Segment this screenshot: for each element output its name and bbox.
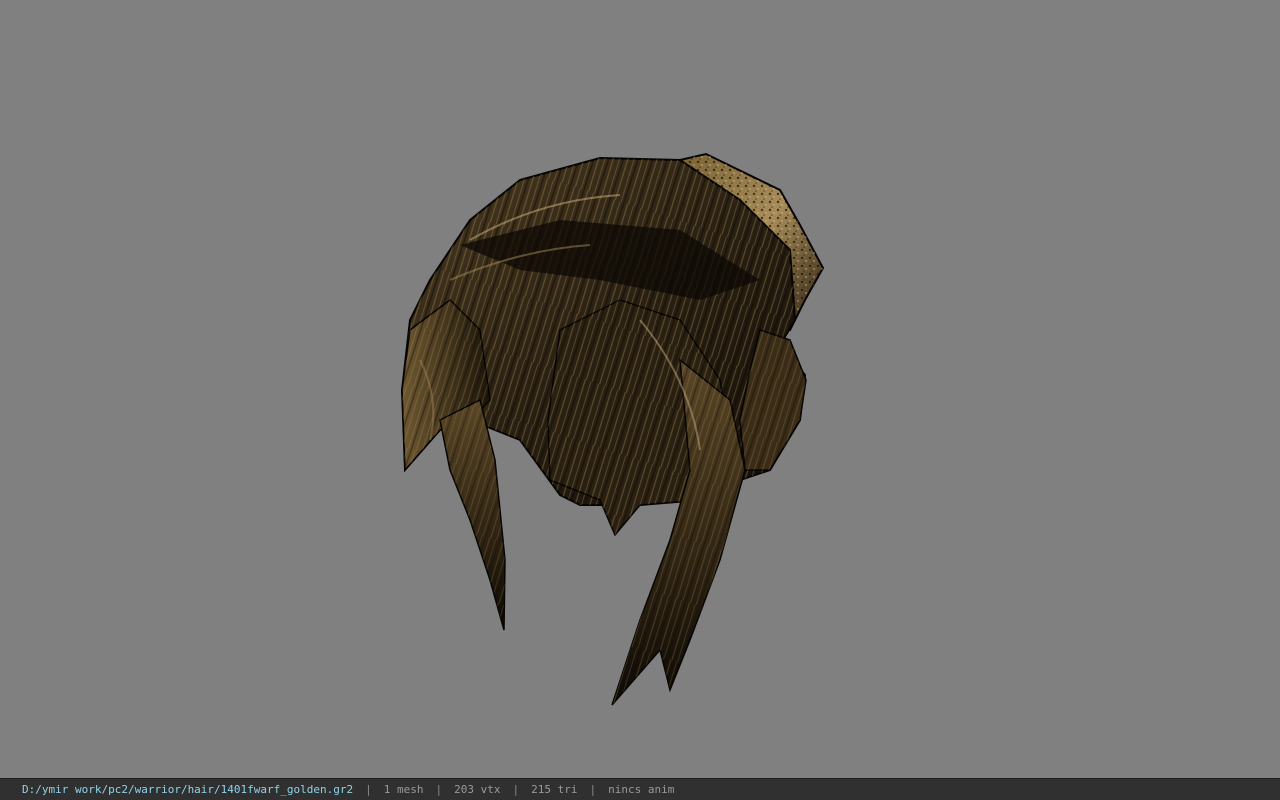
hair-model-render[interactable] (0, 0, 1280, 778)
animation-status: nincs anim (608, 783, 675, 796)
file-path: D:/ymir work/pc2/warrior/hair/1401fwarf_… (22, 783, 354, 796)
status-separator: | (435, 783, 443, 796)
status-separator: | (365, 783, 372, 796)
3d-viewport[interactable] (0, 0, 1280, 778)
status-separator: | (512, 783, 520, 796)
hair-strand-left (439, 398, 506, 631)
mesh-count: 1 mesh (383, 783, 424, 796)
vertex-count: 203 vtx (454, 783, 501, 796)
status-separator: | (589, 783, 597, 796)
triangle-count: 215 tri (531, 783, 578, 796)
status-bar: D:/ymir work/pc2/warrior/hair/1401fwarf_… (0, 778, 1280, 800)
